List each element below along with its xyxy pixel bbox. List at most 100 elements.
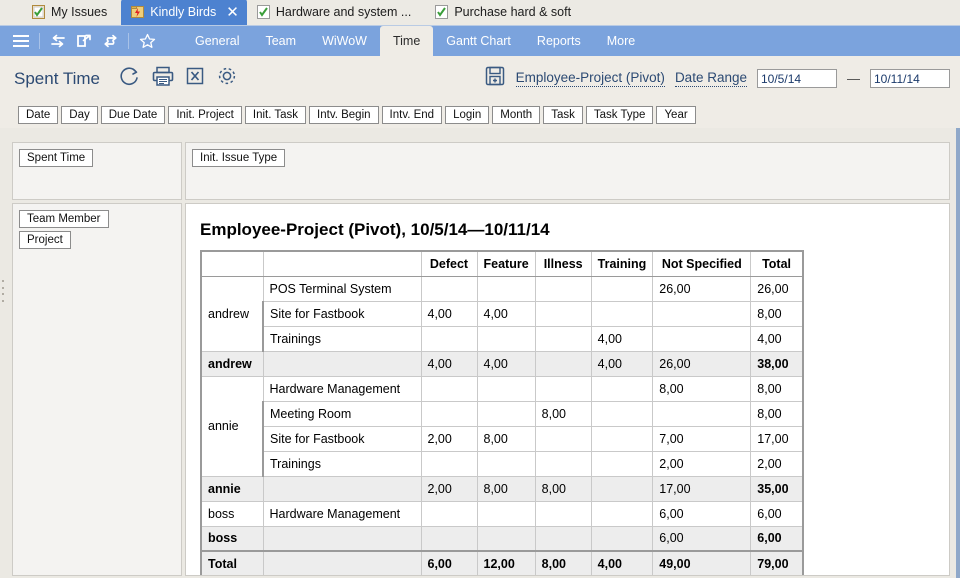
- date-to-input[interactable]: [870, 69, 950, 88]
- nav-item-team[interactable]: Team: [252, 26, 309, 56]
- cell-not-specified: 6,00: [652, 525, 752, 552]
- header-training[interactable]: Training: [590, 250, 654, 277]
- pivot-table-head: Defect Feature Illness Training Not Spec…: [200, 250, 804, 277]
- pivot-report-panel: Employee-Project (Pivot), 10/5/14—10/11/…: [185, 203, 950, 576]
- pivot-table-body: andrew POS Terminal System 26,00 26,00 S…: [200, 275, 804, 575]
- cell-training: [590, 375, 654, 402]
- checked-document-icon: [256, 5, 270, 19]
- cell-employee: boss: [200, 525, 264, 552]
- cell-feature: 8,00: [476, 475, 536, 502]
- columns-dropzone[interactable]: Init. Issue Type: [185, 142, 950, 200]
- cell-total: 4,00: [750, 325, 804, 352]
- cell-feature: 4,00: [476, 300, 536, 327]
- field-chip-task-type[interactable]: Task Type: [585, 105, 654, 124]
- cell-illness: [534, 300, 592, 327]
- cell-illness: [534, 350, 592, 377]
- print-icon[interactable]: [151, 64, 175, 93]
- measure-chip-spent-time[interactable]: Spent Time: [19, 149, 94, 167]
- navbar-items: General Team WiWoW Time Gantt Chart Repo…: [182, 26, 648, 56]
- swap-arrows-icon[interactable]: [45, 30, 71, 52]
- cell-project: Site for Fastbook: [262, 300, 422, 327]
- cell-defect: 2,00: [420, 425, 478, 452]
- browser-tab-bar: My Issues Kindly Birds ✕ Hardware and sy…: [0, 0, 960, 26]
- cell-training: [590, 400, 654, 427]
- field-chip-month[interactable]: Month: [492, 105, 541, 124]
- tab-label: My Issues: [51, 5, 108, 19]
- row-chip-team-member[interactable]: Team Member: [19, 210, 109, 228]
- cell-project: Meeting Room: [262, 400, 422, 427]
- pivot-table: Defect Feature Illness Training Not Spec…: [200, 250, 804, 575]
- field-chip-task[interactable]: Task: [543, 105, 583, 124]
- refresh-circle-icon[interactable]: [118, 64, 142, 93]
- excel-export-icon[interactable]: [184, 64, 206, 93]
- cell-total: 8,00: [750, 400, 804, 427]
- header-defect[interactable]: Defect: [420, 250, 478, 277]
- cell-employee: annie: [200, 475, 264, 502]
- cell-total: 35,00: [750, 475, 804, 502]
- nav-item-general[interactable]: General: [182, 26, 252, 56]
- date-range-link[interactable]: Date Range: [674, 70, 747, 87]
- tab-my-issues[interactable]: My Issues: [22, 0, 121, 25]
- cell-training: [590, 425, 654, 452]
- page-header: Spent Time Employee-Project (Pivot) Date…: [0, 56, 960, 101]
- vertical-scrollbar[interactable]: [956, 128, 960, 578]
- close-icon[interactable]: ✕: [226, 5, 239, 20]
- nav-item-gantt-chart[interactable]: Gantt Chart: [433, 26, 524, 56]
- refresh-arrows-icon[interactable]: [97, 30, 123, 52]
- open-external-icon[interactable]: [71, 30, 97, 52]
- header-employee-blank: [200, 250, 264, 277]
- cell-defect: [420, 275, 478, 302]
- column-chip-init-issue-type[interactable]: Init. Issue Type: [192, 149, 286, 167]
- cell-project: [262, 475, 422, 502]
- table-row: Trainings 4,00 4,00: [201, 325, 804, 352]
- tab-purchase-hard-soft[interactable]: Purchase hard & soft: [425, 0, 585, 25]
- cell-feature: 4,00: [476, 350, 536, 377]
- report-selector-link[interactable]: Employee-Project (Pivot): [515, 70, 665, 87]
- cell-project: Site for Fastbook: [262, 425, 422, 452]
- cell-not-specified: 6,00: [652, 500, 752, 527]
- save-add-icon[interactable]: [484, 65, 506, 92]
- tab-kindly-birds[interactable]: Kindly Birds ✕: [121, 0, 247, 25]
- header-not-specified[interactable]: Not Specified: [652, 250, 752, 277]
- field-chip-init-task[interactable]: Init. Task: [244, 105, 307, 124]
- table-row: Trainings 2,00 2,00: [201, 450, 804, 477]
- cell-illness: [534, 525, 592, 552]
- cell-total: 26,00: [750, 275, 804, 302]
- cell-not-specified: [652, 325, 752, 352]
- field-chip-day[interactable]: Day: [61, 105, 98, 124]
- table-row: Site for Fastbook 4,00 4,00 8,00: [201, 300, 804, 327]
- field-chip-date[interactable]: Date: [18, 105, 59, 124]
- measures-dropzone[interactable]: Spent Time: [12, 142, 182, 200]
- rows-dropzone[interactable]: Team Member Project: [12, 203, 182, 576]
- cell-project: Trainings: [262, 450, 422, 477]
- tab-hardware-and-system[interactable]: Hardware and system ...: [247, 0, 425, 25]
- star-favorite-icon[interactable]: [134, 30, 160, 52]
- header-illness[interactable]: Illness: [534, 250, 592, 277]
- cell-not-specified: 26,00: [652, 275, 752, 302]
- vertical-splitter-handle[interactable]: [2, 280, 6, 302]
- row-chip-project[interactable]: Project: [19, 231, 71, 249]
- nav-item-reports[interactable]: Reports: [524, 26, 594, 56]
- nav-item-more[interactable]: More: [594, 26, 648, 56]
- field-chip-intv-end[interactable]: Intv. End: [381, 105, 443, 124]
- table-row-subtotal: andrew 4,00 4,00 4,00 26,00 38,00: [200, 350, 804, 377]
- cell-defect: [420, 500, 478, 527]
- field-chip-login[interactable]: Login: [445, 105, 490, 124]
- settings-gear-icon[interactable]: [215, 64, 239, 93]
- field-chip-due-date[interactable]: Due Date: [100, 105, 166, 124]
- table-row-subtotal: annie 2,00 8,00 8,00 17,00 35,00: [200, 475, 804, 502]
- page-title: Spent Time: [14, 68, 100, 88]
- field-chip-year[interactable]: Year: [656, 105, 696, 124]
- cell-illness: [534, 325, 592, 352]
- hamburger-menu-icon[interactable]: [8, 30, 34, 52]
- header-feature[interactable]: Feature: [476, 250, 536, 277]
- field-chip-init-project[interactable]: Init. Project: [168, 105, 242, 124]
- date-from-input[interactable]: [757, 69, 837, 88]
- field-chip-intv-begin[interactable]: Intv. Begin: [309, 105, 379, 124]
- nav-item-wiwow[interactable]: WiWoW: [309, 26, 380, 56]
- cell-project: [262, 350, 422, 377]
- cell-project: Hardware Management: [262, 500, 422, 527]
- nav-item-time[interactable]: Time: [379, 26, 434, 56]
- cell-project: POS Terminal System: [262, 275, 422, 302]
- header-total[interactable]: Total: [750, 250, 804, 277]
